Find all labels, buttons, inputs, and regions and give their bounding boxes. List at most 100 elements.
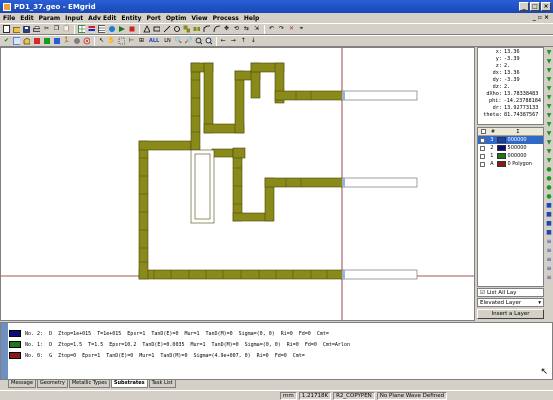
stretch-icon[interactable]: ⇲ [252,25,261,34]
zoom-previous-icon[interactable] [204,37,213,46]
merge-icon[interactable] [182,25,191,34]
circle-icon[interactable]: ● [546,175,553,182]
layer-checkbox[interactable] [478,161,488,167]
menu-process[interactable]: Process [213,15,239,22]
funnel-icon[interactable]: ▼ [546,67,553,74]
undo-icon[interactable]: ↶ [267,25,276,34]
minimize-button[interactable]: _ [519,2,529,11]
paste-icon[interactable]: 📋 [62,25,71,34]
view-3d-icon[interactable] [22,37,31,46]
layer-checkbox[interactable] [478,137,488,143]
menu-edit[interactable]: Edit [20,15,33,22]
tab-geometry[interactable]: Geometry [36,380,68,388]
funnel-icon[interactable]: ▼ [546,94,553,101]
layer-type-select[interactable]: Elevated Layer ▾ [477,298,544,307]
arc-icon[interactable] [212,25,221,34]
red-shape-icon[interactable] [32,37,41,46]
view-all-button[interactable]: ALL [147,37,161,46]
save-icon[interactable] [22,25,31,34]
pan-icon[interactable]: ✋ [107,37,116,46]
funnel-icon[interactable]: ▼ [546,112,553,119]
menu-help[interactable]: Help [244,15,259,22]
trace-segment[interactable] [232,148,243,222]
menu-param[interactable]: Param [39,15,61,22]
rotate-icon[interactable]: ⟲ [232,25,241,34]
menu-optim[interactable]: Optim [166,15,187,22]
funnel-icon[interactable]: ▼ [546,103,553,110]
view-line-button[interactable]: LN [162,37,173,46]
print-icon[interactable] [32,25,41,34]
trace-segment[interactable] [190,62,201,151]
layer-stack-icon[interactable]: ≡ [546,274,553,281]
align-icon[interactable]: ⊞ [137,37,146,46]
snap-icon[interactable]: ⌖ [297,25,306,34]
close-button[interactable]: × [541,2,551,11]
trace-segment[interactable] [264,177,344,188]
target-icon[interactable] [82,37,91,46]
tab-task-list[interactable]: Task List [148,380,176,388]
line-icon[interactable] [162,25,171,34]
port-2[interactable] [342,177,418,188]
cut-icon[interactable]: ✂ [42,25,51,34]
square-icon[interactable]: ■ [546,229,553,236]
funnel-icon[interactable]: ▼ [546,85,553,92]
circle-icon[interactable]: ● [546,166,553,173]
zoom-fit-icon[interactable] [194,37,203,46]
arrow-left-icon[interactable]: ← [219,37,228,46]
run-icon[interactable] [117,25,126,34]
layers-icon[interactable] [87,25,96,34]
funnel-icon[interactable]: ▼ [546,148,553,155]
port-3[interactable] [342,269,418,280]
menu-file[interactable]: File [3,15,15,22]
tab-substrates[interactable]: Substrates [110,380,148,388]
trace-segment[interactable] [203,62,214,134]
funnel-icon[interactable]: ▼ [546,130,553,137]
layer-row[interactable]: A 0 Polygon [478,160,543,168]
redo-icon[interactable]: ↷ [277,25,286,34]
funnel-icon[interactable]: ▼ [546,76,553,83]
insert-layer-button[interactable]: Insert a Layer [477,309,544,319]
substrate-row[interactable]: No. 0: G Ztop=0 Epsr=1 TanD(E)=0 Mur=1 T… [9,351,311,360]
grid-icon[interactable] [77,25,86,34]
green-shape-icon[interactable] [42,37,51,46]
via-icon[interactable] [172,25,181,34]
layer-row[interactable]: 2 500000 [478,144,543,152]
funnel-icon[interactable]: ▼ [546,157,553,164]
check-icon[interactable]: ✔ [2,37,11,46]
square-icon[interactable]: ■ [546,211,553,218]
zoom-out-icon[interactable]: 🔎 [184,37,193,46]
menu-view[interactable]: View [191,15,207,22]
table-icon[interactable] [97,25,106,34]
move-icon[interactable]: ✥ [222,25,231,34]
split-icon[interactable] [192,25,201,34]
copy-icon[interactable]: ❐ [52,25,61,34]
new-file-icon[interactable] [2,25,11,34]
layer-checkbox[interactable] [478,145,488,151]
port-1[interactable] [342,90,418,101]
menu-port[interactable]: Port [146,15,160,22]
arrow-up-icon[interactable]: ↑ [239,37,248,46]
open-folder-icon[interactable] [12,25,21,34]
trace-segment[interactable] [138,140,149,280]
tab-message[interactable]: Message [8,380,36,388]
mirror-icon[interactable]: ⇆ [242,25,251,34]
select-icon[interactable]: ↖ [97,37,106,46]
zoom-box-icon[interactable] [117,37,126,46]
menu-input[interactable]: Input [65,15,83,22]
arrow-right-icon[interactable]: → [229,37,238,46]
layer-stack-icon[interactable]: ≡ [546,256,553,263]
circle-icon[interactable]: ● [546,184,553,191]
funnel-icon[interactable]: ▼ [546,49,553,56]
runner-icon[interactable]: 🏃 [62,37,71,46]
rectangle-icon[interactable] [152,25,161,34]
funnel-icon[interactable]: ▼ [546,121,553,128]
chamfer-icon[interactable] [202,25,211,34]
tab-metallic-types[interactable]: Metallic Types [68,380,110,388]
square-icon[interactable]: ■ [546,220,553,227]
measure-icon[interactable]: ⊢ [127,37,136,46]
trace-segment[interactable] [274,90,344,101]
layer-row[interactable]: 3 000000 [478,136,543,144]
circle-icon[interactable]: ● [546,193,553,200]
layer-stack-icon[interactable]: ≡ [546,238,553,245]
square-icon[interactable]: ■ [546,202,553,209]
